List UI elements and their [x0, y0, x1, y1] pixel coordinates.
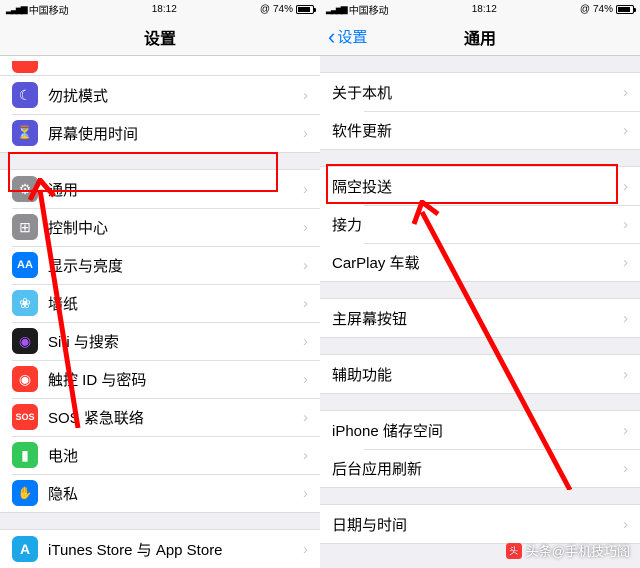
row-homebutton[interactable]: 主屏幕按钮› — [320, 299, 640, 337]
battery-row-icon — [12, 442, 38, 468]
carrier: 中国移动 — [29, 2, 69, 17]
chevron-right-icon: › — [623, 254, 628, 271]
battery-icon — [296, 5, 314, 14]
battery-pct: 74% — [593, 4, 613, 15]
signal-icon: ▂▃▅▆ — [326, 4, 346, 15]
back-button[interactable]: ‹设置 — [328, 26, 367, 48]
chevron-left-icon: ‹ — [328, 26, 335, 48]
row-airdrop[interactable]: 隔空投送› — [320, 167, 640, 205]
row-storage[interactable]: iPhone 储存空间› — [320, 411, 640, 449]
clock: 18:12 — [472, 4, 497, 15]
chevron-right-icon: › — [303, 87, 308, 104]
hand-icon — [12, 480, 38, 506]
signal-icon: ▂▃▅▆ — [6, 4, 26, 15]
chevron-right-icon: › — [623, 516, 628, 533]
row-datetime[interactable]: 日期与时间› — [320, 505, 640, 543]
chevron-right-icon: › — [303, 409, 308, 426]
partial-row — [0, 56, 320, 76]
battery-pct: 74% — [273, 4, 293, 15]
row-update[interactable]: 软件更新› — [320, 111, 640, 149]
row-refresh[interactable]: 后台应用刷新› — [320, 449, 640, 487]
watermark: 头头条@手机技巧阁 — [506, 541, 630, 560]
chevron-right-icon: › — [623, 460, 628, 477]
at-icon: @ — [260, 4, 270, 15]
chevron-right-icon: › — [303, 333, 308, 350]
moon-icon — [12, 82, 38, 108]
nav-bar: 设置 — [0, 18, 320, 56]
chevron-right-icon: › — [303, 181, 308, 198]
page-title: 通用 — [464, 25, 496, 49]
general-list[interactable]: 关于本机› 软件更新› 隔空投送› 接力› CarPlay 车载› 主屏幕按钮›… — [320, 56, 640, 568]
flower-icon — [12, 290, 38, 316]
row-touchid[interactable]: 触控 ID 与密码› — [0, 360, 320, 398]
chevron-right-icon: › — [303, 541, 308, 558]
hourglass-icon — [12, 120, 38, 146]
row-screentime[interactable]: 屏幕使用时间› — [0, 114, 320, 152]
row-about[interactable]: 关于本机› — [320, 73, 640, 111]
at-icon: @ — [580, 4, 590, 15]
settings-list[interactable]: 勿扰模式› 屏幕使用时间› 通用› 控制中心› 显示与亮度› 墙纸› Siri … — [0, 56, 320, 568]
chevron-right-icon: › — [303, 371, 308, 388]
chevron-right-icon: › — [623, 216, 628, 233]
chevron-right-icon: › — [623, 422, 628, 439]
row-control[interactable]: 控制中心› — [0, 208, 320, 246]
chevron-right-icon: › — [623, 178, 628, 195]
switches-icon — [12, 214, 38, 240]
chevron-right-icon: › — [303, 125, 308, 142]
chevron-right-icon: › — [303, 257, 308, 274]
chevron-right-icon: › — [623, 366, 628, 383]
chevron-right-icon: › — [303, 295, 308, 312]
row-itunes[interactable]: iTunes Store 与 App Store› — [0, 530, 320, 568]
nav-bar: ‹设置 通用 — [320, 18, 640, 56]
general-screen: ▂▃▅▆中国移动 18:12 @74% ‹设置 通用 关于本机› 软件更新› 隔… — [320, 0, 640, 568]
row-handoff[interactable]: 接力› — [320, 205, 640, 243]
row-sos[interactable]: SOS 紧急联络› — [0, 398, 320, 436]
fingerprint-icon — [12, 366, 38, 392]
row-privacy[interactable]: 隐私› — [0, 474, 320, 512]
row-carplay[interactable]: CarPlay 车载› — [320, 243, 640, 281]
chevron-right-icon: › — [623, 122, 628, 139]
siri-icon — [12, 328, 38, 354]
page-title: 设置 — [144, 25, 176, 49]
battery-icon — [616, 5, 634, 14]
carrier: 中国移动 — [349, 2, 389, 17]
chevron-right-icon: › — [303, 219, 308, 236]
chevron-right-icon: › — [303, 447, 308, 464]
appstore-icon — [12, 536, 38, 562]
row-display[interactable]: 显示与亮度› — [0, 246, 320, 284]
row-dnd[interactable]: 勿扰模式› — [0, 76, 320, 114]
chevron-right-icon: › — [623, 84, 628, 101]
status-bar: ▂▃▅▆中国移动 18:12 @74% — [320, 0, 640, 18]
toutiao-icon: 头 — [506, 543, 522, 559]
text-size-icon — [12, 252, 38, 278]
status-bar: ▂▃▅▆中国移动 18:12 @74% — [0, 0, 320, 18]
row-wallpaper[interactable]: 墙纸› — [0, 284, 320, 322]
sos-icon — [12, 404, 38, 430]
settings-screen: ▂▃▅▆中国移动 18:12 @74% 设置 勿扰模式› 屏幕使用时间› 通用›… — [0, 0, 320, 568]
row-general[interactable]: 通用› — [0, 170, 320, 208]
row-siri[interactable]: Siri 与搜索› — [0, 322, 320, 360]
clock: 18:12 — [152, 4, 177, 15]
row-accessibility[interactable]: 辅助功能› — [320, 355, 640, 393]
chevron-right-icon: › — [303, 485, 308, 502]
row-battery[interactable]: 电池› — [0, 436, 320, 474]
gear-icon — [12, 176, 38, 202]
chevron-right-icon: › — [623, 310, 628, 327]
